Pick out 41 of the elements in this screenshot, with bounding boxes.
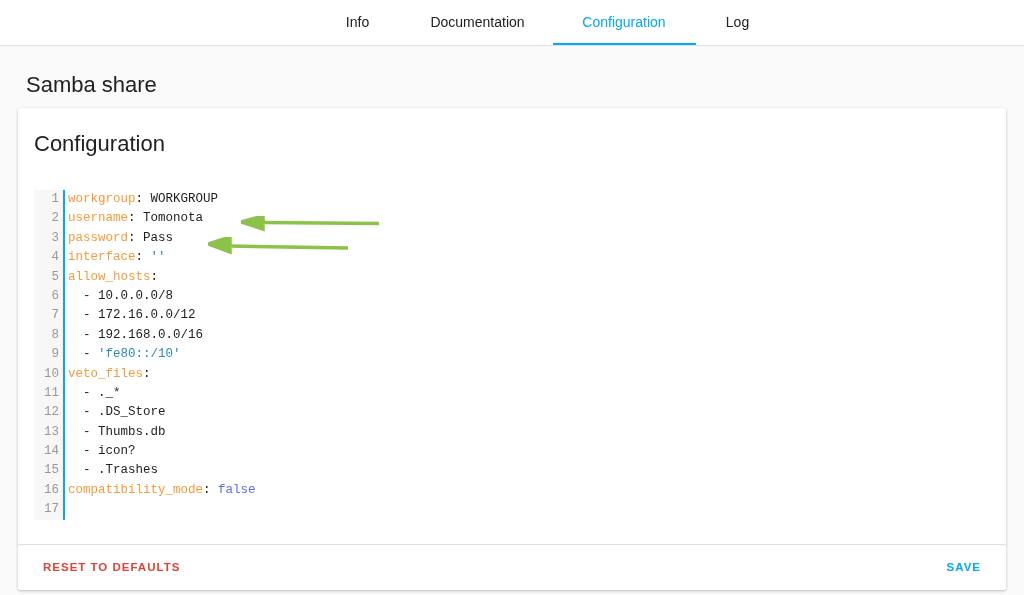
line-number: 13 <box>44 424 59 439</box>
page-title: Samba share <box>26 71 158 99</box>
line-number: 1 <box>51 192 59 206</box>
tab[interactable]: Log <box>695 0 780 45</box>
line-number: 12 <box>44 405 59 420</box>
line-number: 11 <box>44 385 59 400</box>
code-line: password: Pass <box>68 230 174 245</box>
code-line: interface: '' <box>68 250 166 265</box>
line-number: 15 <box>44 463 59 478</box>
code-line: - icon? <box>82 444 136 459</box>
line-number: 2 <box>51 211 59 226</box>
line-number: 3 <box>51 230 59 245</box>
annotation-arrow-icon <box>208 237 350 255</box>
code-line: - .Trashes <box>82 463 158 478</box>
line-number: 9 <box>51 347 59 362</box>
code-line: - Thumbs.db <box>82 424 166 439</box>
code-line: - 'fe80::/10' <box>82 347 181 362</box>
line-number: 6 <box>51 288 59 303</box>
code-line: veto_files: <box>68 366 151 381</box>
card-title: Configuration <box>34 130 166 158</box>
line-number: 17 <box>44 502 59 517</box>
annotation-arrow-icon <box>241 216 381 232</box>
line-number: 16 <box>44 482 59 497</box>
line-number: 10 <box>44 366 59 381</box>
code-line: allow_hosts: <box>68 269 159 284</box>
line-number: 8 <box>51 327 59 342</box>
line-number: 4 <box>51 250 59 265</box>
code-line: compatibility_mode: false <box>68 482 256 497</box>
code-line: - 10.0.0.0/8 <box>82 288 174 303</box>
code-line: - 192.168.0.0/16 <box>82 327 204 342</box>
code-line: - .DS_Store <box>82 405 166 420</box>
code-line: username: Tomonota <box>68 211 204 226</box>
tab[interactable]: Info <box>312 0 403 45</box>
code-line: workgroup: WORKGROUP <box>68 192 219 206</box>
line-number: 14 <box>44 444 59 459</box>
code-line: - 172.16.0.0/12 <box>82 308 196 323</box>
line-number: 7 <box>51 308 59 323</box>
reset-button[interactable]: RESET TO DEFAULTS <box>28 550 196 585</box>
line-number: 5 <box>51 269 59 284</box>
tab[interactable]: Documentation <box>402 0 553 45</box>
code-line: - ._* <box>82 385 121 400</box>
